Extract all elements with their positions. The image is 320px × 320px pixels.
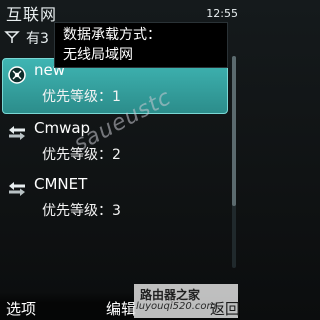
site-watermark-url: luyouqi520.com [136,301,217,312]
scrollbar-thumb[interactable] [232,56,236,206]
tooltip-line-2: 无线局域网 [63,47,133,63]
arrows-icon [9,126,25,140]
signal-antenna-icon [4,31,20,43]
tooltip-line-1: 数据承载方式： [63,27,161,43]
options-softkey[interactable]: 选项 [6,298,36,319]
wifi-globe-icon [8,66,26,84]
connection-priority: 优先等级：3 [42,203,121,219]
page-title: 互联网 [6,5,58,24]
list-item-cmnet[interactable]: CMNET 优先等级：3 [0,172,230,230]
connection-name: CMNET [34,175,88,193]
arrows-icon [9,182,25,196]
destination-count: 有3 [26,31,49,47]
edit-softkey[interactable]: 编辑 [106,298,136,319]
back-softkey[interactable]: 返回 [210,298,240,319]
connection-priority: 优先等级：1 [42,89,121,105]
bearer-tooltip: 数据承载方式： 无线局域网 [54,22,228,68]
clock: 12:55 [206,7,238,20]
